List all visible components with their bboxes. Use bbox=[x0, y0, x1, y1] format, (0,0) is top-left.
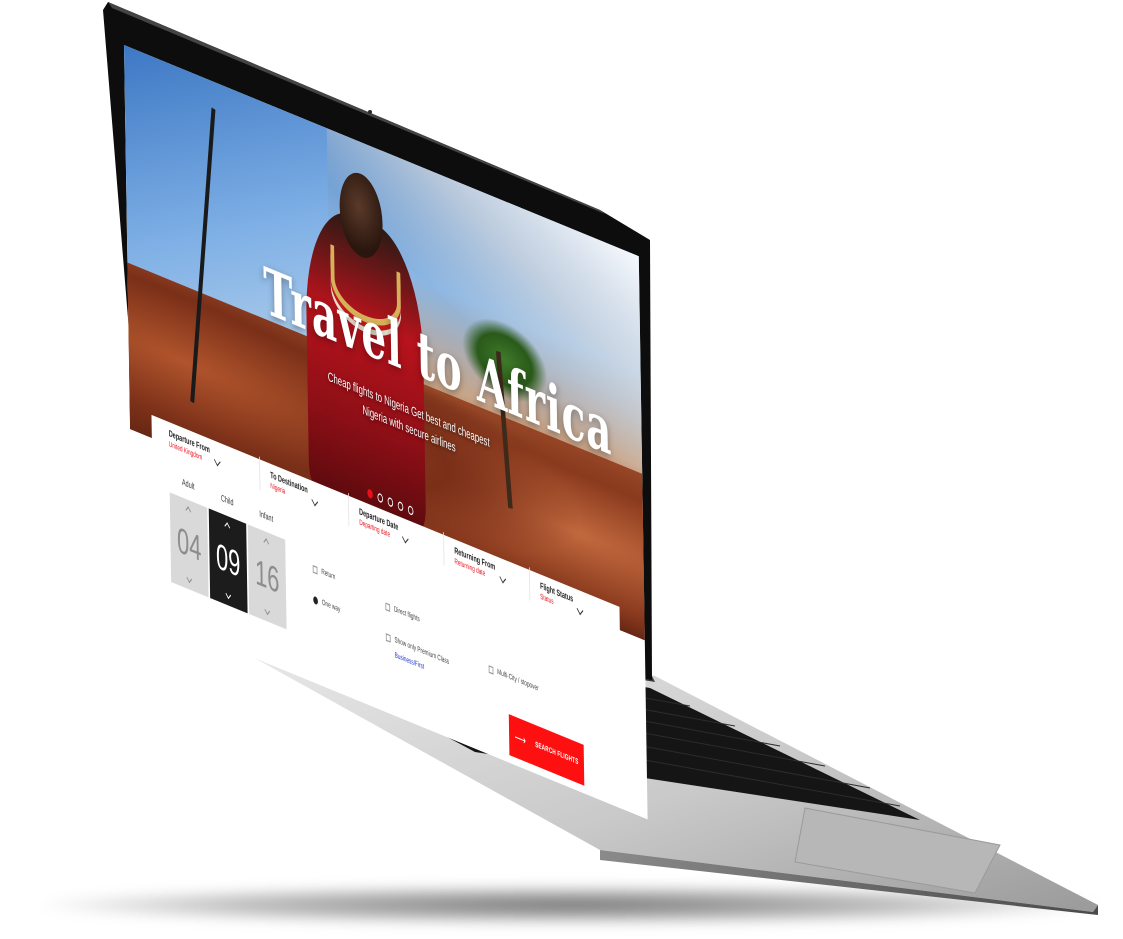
chevron-down-icon[interactable] bbox=[264, 606, 271, 616]
chevron-down-icon bbox=[311, 495, 319, 507]
search-flights-label: SEARCH FLIGHTS bbox=[535, 741, 579, 767]
chevron-down-icon bbox=[576, 604, 584, 616]
carousel-dot-4[interactable] bbox=[397, 500, 404, 512]
arrow-right-icon: ⟶ bbox=[514, 729, 526, 749]
to-destination-select[interactable]: To Destination Nigeria bbox=[270, 471, 319, 507]
adult-counter: Adult 04 bbox=[169, 473, 209, 598]
chevron-down-icon[interactable] bbox=[225, 590, 232, 600]
chevron-down-icon bbox=[213, 455, 221, 467]
child-stepper[interactable]: 09 bbox=[208, 508, 248, 614]
return-checkbox[interactable]: Return bbox=[312, 565, 336, 582]
webcam bbox=[368, 110, 372, 114]
direct-flights-label: Direct flights bbox=[393, 605, 420, 625]
multi-city-label: Multi-City / stopover bbox=[497, 668, 539, 694]
flight-status-select[interactable]: Flight Status Status bbox=[540, 582, 584, 616]
direct-flights-checkbox[interactable]: Direct flights bbox=[385, 602, 420, 625]
infant-value: 16 bbox=[254, 551, 280, 602]
departure-date-select[interactable]: Departure Date Departing date bbox=[359, 508, 409, 544]
adult-stepper[interactable]: 04 bbox=[169, 492, 209, 598]
divider bbox=[348, 493, 350, 527]
chevron-up-icon[interactable] bbox=[263, 538, 269, 548]
carousel-dot-2[interactable] bbox=[377, 492, 384, 504]
chevron-down-icon bbox=[499, 572, 506, 584]
checkbox[interactable] bbox=[385, 602, 391, 613]
child-value: 09 bbox=[215, 535, 241, 586]
carousel-dot-1[interactable] bbox=[367, 488, 373, 500]
carousel-dot-3[interactable] bbox=[387, 496, 394, 508]
child-counter: Child 09 bbox=[208, 489, 248, 614]
radio-selected[interactable] bbox=[313, 595, 318, 606]
one-way-label: One way bbox=[321, 599, 341, 615]
checkbox[interactable] bbox=[385, 633, 391, 643]
infant-counter: Infant 16 bbox=[247, 505, 287, 630]
divider bbox=[259, 456, 261, 491]
chevron-up-icon[interactable] bbox=[224, 522, 230, 532]
chevron-up-icon[interactable] bbox=[185, 506, 191, 516]
checkbox[interactable] bbox=[488, 665, 494, 675]
laptop-mockup-scene: Travel to Africa Cheap flights to Nigeri… bbox=[0, 0, 1123, 939]
divider bbox=[443, 532, 445, 566]
chevron-down-icon[interactable] bbox=[186, 574, 193, 584]
carousel-dot-5[interactable] bbox=[407, 504, 414, 517]
passenger-counters: Adult 04 Child 09 Infant 16 bbox=[169, 473, 288, 630]
chevron-down-icon bbox=[402, 532, 409, 544]
return-label: Return bbox=[321, 568, 336, 582]
multi-city-checkbox[interactable]: Multi-City / stopover bbox=[488, 665, 539, 694]
one-way-radio[interactable]: One way bbox=[313, 595, 341, 615]
infant-stepper[interactable]: 16 bbox=[247, 524, 287, 630]
checkbox[interactable] bbox=[312, 565, 318, 575]
adult-value: 04 bbox=[176, 519, 202, 570]
divider bbox=[528, 567, 531, 601]
